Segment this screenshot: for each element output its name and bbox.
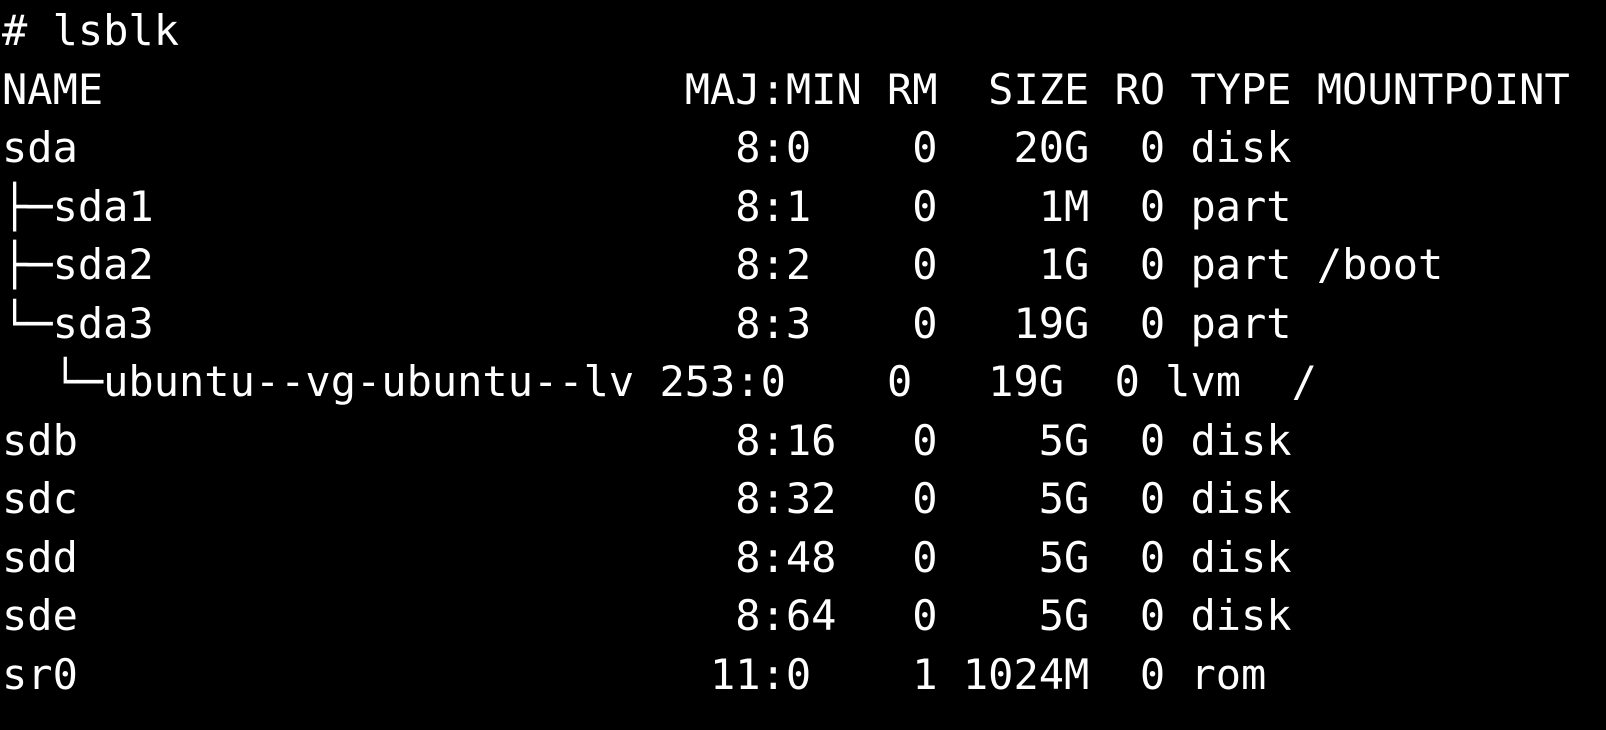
- output-row-sda1: ├─sda1 8:1 0 1M 0 part: [2, 181, 1317, 231]
- command-line: # lsblk: [2, 2, 1606, 61]
- command-text: lsblk: [52, 6, 180, 55]
- output-row-sdc: sdc 8:32 0 5G 0 disk: [2, 474, 1317, 523]
- output-row-sda: sda 8:0 0 20G 0 disk: [2, 123, 1317, 172]
- prompt-symbol: #: [2, 6, 53, 55]
- output-row-sr0: sr0 11:0 1 1024M 0 rom: [2, 649, 1317, 699]
- output-row-sde: sde 8:64 0 5G 0 disk: [2, 591, 1317, 640]
- output-row-sdb: sdb 8:16 0 5G 0 disk: [2, 415, 1317, 465]
- terminal-window[interactable]: # lsblk NAME MAJ:MIN RM SIZE RO TYPE MOU…: [0, 2, 1606, 730]
- output-row-sda2: ├─sda2 8:2 0 1G 0 part /boot: [2, 240, 1444, 289]
- output-row-sdd: sdd 8:48 0 5G 0 disk: [2, 532, 1317, 582]
- output-row-sda3: └─sda3 8:3 0 19G 0 part: [2, 298, 1317, 348]
- output-row-ubuntu-lv: └─ubuntu--vg-ubuntu--lv 253:0 0 19G 0 lv…: [2, 357, 1317, 406]
- output-header: NAME MAJ:MIN RM SIZE RO TYPE MOUNTPOINT: [2, 64, 1570, 114]
